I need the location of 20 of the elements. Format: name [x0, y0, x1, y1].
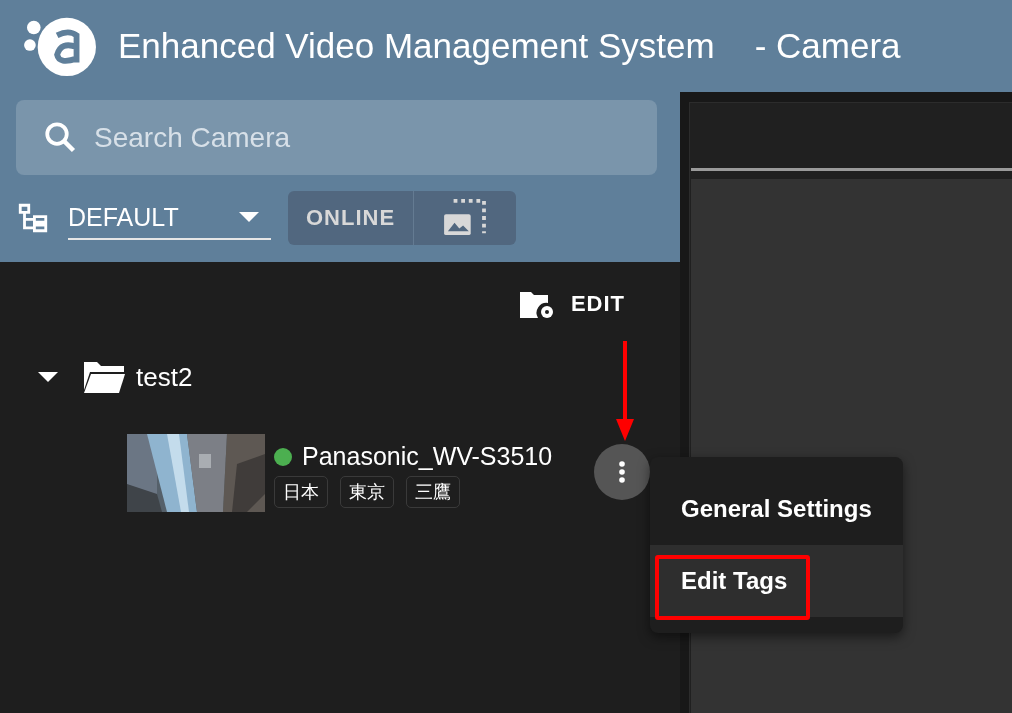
menu-item[interactable]: Edit Tags — [650, 545, 903, 617]
folder-label[interactable]: test2 — [136, 361, 193, 393]
menu-item[interactable]: General Settings — [650, 473, 903, 545]
more-icon — [619, 461, 625, 483]
search-field[interactable]: Search Camera — [16, 100, 657, 175]
tag-chip: 三鷹 — [406, 476, 460, 508]
tag-chip: 東京 — [340, 476, 394, 508]
hierarchy-icon[interactable] — [16, 201, 50, 235]
search-icon — [42, 119, 78, 155]
image-icon — [442, 199, 489, 237]
folder-icon — [82, 360, 126, 394]
app-title: Enhanced Video Management System — [118, 26, 715, 66]
edit-button[interactable]: EDIT — [518, 288, 625, 320]
camera-name[interactable]: Panasonic_WV-S3510 — [302, 442, 553, 471]
expand-caret-icon[interactable] — [38, 372, 58, 382]
view-select[interactable]: DEFAULT — [68, 196, 271, 240]
page-subtitle: - Camera — [754, 26, 901, 66]
tag-chip: 日本 — [274, 476, 328, 508]
more-button[interactable] — [594, 444, 650, 500]
caret-icon — [239, 212, 259, 222]
